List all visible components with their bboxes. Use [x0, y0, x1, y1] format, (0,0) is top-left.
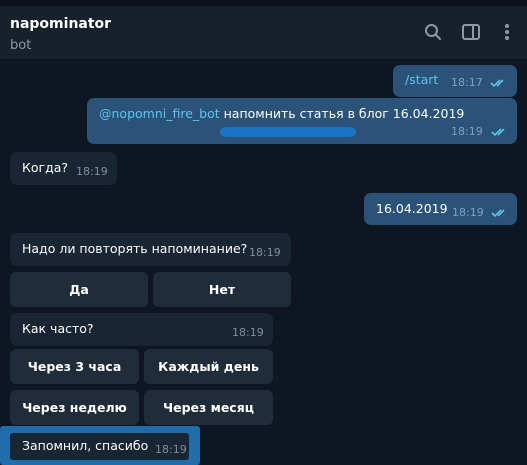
redacted-bar: [220, 127, 356, 137]
message-outgoing[interactable]: 16.04.2019 18:19: [364, 193, 517, 225]
double-check-icon: [490, 79, 504, 88]
chat-header: napominator bot: [0, 6, 527, 60]
message-text: Как часто?: [22, 321, 94, 336]
message-body: напомнить статья в блог 16.04.2019: [219, 106, 465, 121]
message-text: 16.04.2019: [376, 201, 448, 216]
double-check-icon: [491, 209, 505, 218]
message-incoming[interactable]: Запомнил, спасибо 18:19: [10, 433, 189, 460]
sidebar-toggle-icon: [462, 24, 480, 40]
double-check-icon: [491, 128, 505, 137]
message-time: 18:19: [232, 326, 264, 339]
message-time: 18:19: [452, 206, 484, 219]
message-time: 18:19: [76, 165, 108, 178]
reply-button-in-3-hours[interactable]: Через 3 часа: [10, 349, 139, 384]
message-list[interactable]: /start 18:17 @nopomni_fire_bot напомнить…: [0, 60, 527, 465]
more-menu-button[interactable]: [497, 20, 517, 44]
reply-button-yes[interactable]: Да: [10, 272, 148, 307]
message-incoming[interactable]: Как часто? 18:19: [10, 313, 273, 346]
reply-button-no[interactable]: Нет: [153, 272, 291, 307]
message-time: 18:17: [451, 76, 483, 89]
search-button[interactable]: [421, 20, 445, 44]
message-text: @nopomni_fire_bot напомнить статья в бло…: [99, 106, 464, 121]
reply-button-every-day[interactable]: Каждый день: [144, 349, 273, 384]
message-time: 18:19: [249, 246, 281, 259]
message-text: Когда?: [22, 160, 69, 175]
chat-title[interactable]: napominator: [10, 16, 111, 32]
message-time: 18:19: [155, 443, 187, 456]
sidebar-toggle-button[interactable]: [459, 20, 483, 44]
message-outgoing[interactable]: @nopomni_fire_bot напомнить статья в бло…: [87, 98, 517, 144]
message-incoming[interactable]: Надо ли повторять напоминание? 18:19: [10, 233, 291, 266]
message-text: Запомнил, спасибо: [22, 438, 149, 453]
message-outgoing[interactable]: /start 18:17: [393, 65, 517, 97]
message-text: Надо ли повторять напоминание?: [22, 241, 248, 256]
bot-mention-link[interactable]: @nopomni_fire_bot: [99, 106, 220, 121]
reply-button-in-a-month[interactable]: Через месяц: [144, 390, 273, 425]
command-link[interactable]: /start: [405, 72, 438, 87]
message-incoming[interactable]: Когда? 18:19: [10, 152, 117, 185]
chat-subtitle: bot: [10, 38, 32, 53]
search-icon: [425, 24, 441, 40]
reply-button-in-a-week[interactable]: Через неделю: [10, 390, 139, 425]
message-time: 18:19: [451, 125, 483, 138]
more-vertical-icon: [505, 24, 509, 40]
